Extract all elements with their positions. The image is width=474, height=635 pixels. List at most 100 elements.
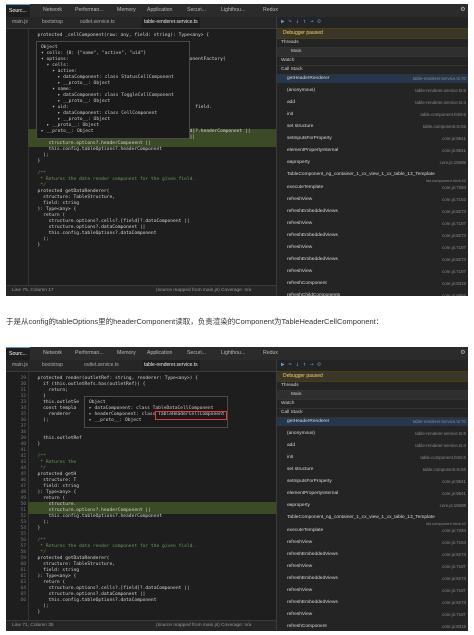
line-gutter[interactable]: 29 30 31 32 33 34 35 36 37 38 39 40 41 42 43 44 45 46 47 48… [6, 372, 29, 620]
call-stack-frame[interactable]: add table-renderer.service.ts:4 [277, 442, 468, 450]
tab-performance[interactable]: Performan... [72, 4, 107, 17]
call-stack-frame[interactable]: executeTemplate core.js:7294 [277, 184, 468, 192]
call-stack-frame[interactable]: refreshView core.js:7163 [277, 539, 468, 547]
call-stack-frame[interactable]: refreshView core.js:7187 [277, 268, 468, 276]
code-editor[interactable]: 29 30 31 32 33 34 35 36 37 38 39 40 41 42 43 44 45 46 47 48… [6, 372, 276, 620]
tab-memory[interactable]: Memory [114, 347, 139, 360]
threads-section[interactable]: Threads [277, 39, 468, 48]
frame-location: core.js:7187 [442, 221, 466, 226]
call-stack-section[interactable]: Call Stack [277, 409, 468, 418]
step-over-icon[interactable]: ↷ [288, 18, 292, 25]
line-number[interactable] [6, 243, 26, 249]
tab-security[interactable]: Securi... [184, 4, 209, 17]
tab-application[interactable]: Application [144, 4, 175, 17]
call-stack-frame[interactable]: elementPropertyInternal core.js:9641 [277, 490, 468, 498]
tab-network[interactable]: Network [40, 4, 65, 17]
code-editor[interactable]: protected _cellComponent(row: any, field… [6, 29, 276, 285]
step-into-icon[interactable]: ↓ [296, 18, 300, 25]
gear-icon[interactable]: ⚙ [461, 5, 465, 13]
call-stack-frame[interactable]: init table.component.html:6 [277, 454, 468, 462]
tab-redux[interactable]: Redux [260, 4, 281, 17]
call-stack-frame[interactable]: refreshEmbeddedViews core.js:8273 [277, 599, 468, 607]
call-stack-frame[interactable]: refreshEmbeddedViews core.js:8273 [277, 256, 468, 264]
main-thread[interactable]: Main [277, 48, 468, 57]
variable-inspector-popup[interactable]: Object ▸ dataComponent: class TableDataCe… [84, 396, 228, 428]
popup-property[interactable]: ▸ __proto__: Object [41, 129, 94, 135]
file-tab-table-renderer[interactable]: table-renderer.service.ts [142, 360, 200, 371]
step-out-icon[interactable]: ↑ [303, 18, 307, 25]
call-stack-frame[interactable]: refreshView core.js:7187 [277, 220, 468, 228]
call-stack-frame[interactable]: (anonymous) table-renderer.service.ts:5 [277, 87, 468, 95]
step-over-icon[interactable]: ↷ [288, 361, 292, 368]
resume-icon[interactable]: ▶ [281, 18, 285, 25]
call-stack-frame[interactable]: init table.component.html:6 [277, 111, 468, 119]
line-gutter[interactable] [6, 29, 29, 285]
file-tab-main-js[interactable]: main.js [12, 17, 28, 28]
call-stack-frame[interactable]: set structure table.component.ts:55 [277, 466, 468, 474]
threads-section[interactable]: Threads [277, 382, 468, 391]
call-stack-frame[interactable]: add table-renderer.service.ts:4 [277, 99, 468, 107]
call-stack-frame[interactable]: ɵɵproperty core.js:15698 [277, 502, 468, 510]
watch-section[interactable]: Watch [277, 400, 468, 409]
deactivate-breakpoints-icon[interactable]: ⊘ [317, 361, 321, 368]
call-stack-frame[interactable]: refreshEmbeddedViews core.js:8273 [277, 232, 468, 240]
call-stack-section[interactable]: Call Stack [277, 66, 468, 75]
line-number[interactable]: 66 [6, 598, 26, 604]
call-stack-frame[interactable]: refreshView core.js:7187 [277, 563, 468, 571]
debugger-paused-text: Debugger paused [283, 30, 323, 36]
tab-sources[interactable]: Sourc... [6, 4, 30, 18]
call-stack-frame[interactable]: setInputsForProperty core.js:9641 [277, 478, 468, 486]
step-icon[interactable]: → [310, 18, 314, 25]
tab-application[interactable]: Application [144, 347, 175, 360]
call-stack-frame[interactable]: elementPropertyInternal core.js:9641 [277, 147, 468, 155]
frame-function-name: init [287, 455, 294, 460]
file-tab-bootstrap[interactable]: bootstrap [42, 360, 63, 371]
call-stack-frame[interactable]: refreshChildComponents core.js:6956 [277, 292, 468, 296]
call-stack-frame[interactable]: executeTemplate core.js:7294 [277, 527, 468, 535]
call-stack-frame[interactable]: refreshView core.js:7187 [277, 244, 468, 252]
call-stack-frame[interactable]: refreshComponent core.js:8319 [277, 280, 468, 288]
file-tab-main-js[interactable]: main.js [12, 360, 28, 371]
file-tab-bootstrap[interactable]: bootstrap [42, 17, 63, 28]
tab-redux[interactable]: Redux [260, 347, 281, 360]
call-stack-frame[interactable]: refreshEmbeddedViews core.js:8273 [277, 575, 468, 583]
file-tab-outlet-service[interactable]: outlet.service.ts [80, 17, 115, 28]
gear-icon[interactable]: ⚙ [461, 348, 465, 356]
tab-security[interactable]: Securi... [184, 347, 209, 360]
call-stack-frame[interactable]: set structure table.component.ts:55 [277, 123, 468, 131]
frame-function-name: executeTemplate [287, 528, 324, 533]
call-stack-frame[interactable]: refreshEmbeddedViews core.js:8273 [277, 208, 468, 216]
file-tab-outlet-service[interactable]: outlet.service.ts [84, 360, 119, 371]
main-thread[interactable]: Main [277, 391, 468, 400]
watch-section[interactable]: Watch [277, 57, 468, 66]
tab-sources[interactable]: Sourc... [6, 347, 30, 361]
resume-icon[interactable]: ▶ [281, 361, 285, 368]
call-stack-frame[interactable]: refreshView core.js:7163 [277, 196, 468, 204]
tab-network[interactable]: Network [40, 347, 65, 360]
step-icon[interactable]: → [310, 361, 314, 368]
tab-lighthouse[interactable]: Lighthou... [218, 4, 248, 17]
call-stack-frame[interactable]: refreshView core.js:7187 [277, 611, 468, 619]
frame-function-name: TableComponent_ng_container_1_cx_view_1_… [287, 172, 435, 177]
call-stack-frame[interactable]: TableComponent_ng_container_1_cx_view_1_… [277, 514, 468, 526]
popup-property[interactable]: ▸ __proto__: Object [89, 418, 142, 424]
deactivate-breakpoints-icon[interactable]: ⊘ [317, 18, 321, 25]
call-stack-frame[interactable]: refreshView core.js:7187 [277, 587, 468, 595]
tab-memory[interactable]: Memory [114, 4, 139, 17]
call-stack-frame[interactable]: getHeaderRenderer table-renderer.service.… [277, 418, 468, 426]
step-into-icon[interactable]: ↓ [296, 361, 300, 368]
call-stack-frame[interactable]: ɵɵproperty core.js:15698 [277, 159, 468, 167]
call-stack-frame[interactable]: setInputsForProperty core.js:9641 [277, 135, 468, 143]
tab-lighthouse[interactable]: Lighthou... [218, 347, 248, 360]
frame-location: core.js:7294 [442, 528, 466, 533]
call-stack-frame[interactable]: getHeaderRenderer table-renderer.service.… [277, 75, 468, 83]
tab-performance[interactable]: Performan... [72, 347, 107, 360]
call-stack-frame[interactable]: (anonymous) table-renderer.service.ts:5 [277, 430, 468, 438]
source-map-info: (source mapped from main.js) Coverage: n… [156, 623, 252, 628]
call-stack-frame[interactable]: refreshEmbeddedViews core.js:8273 [277, 551, 468, 559]
variable-inspector-popup[interactable]: Object ▾ cells: {0: {"name", "active", "u… [36, 41, 190, 139]
step-out-icon[interactable]: ↑ [303, 361, 307, 368]
file-tab-table-renderer[interactable]: table-renderer.service.ts [142, 17, 200, 28]
call-stack-frame[interactable]: TableComponent_ng_container_1_cx_view_1_… [277, 171, 468, 183]
call-stack-frame[interactable]: refreshComponent core.js:8319 [277, 623, 468, 631]
